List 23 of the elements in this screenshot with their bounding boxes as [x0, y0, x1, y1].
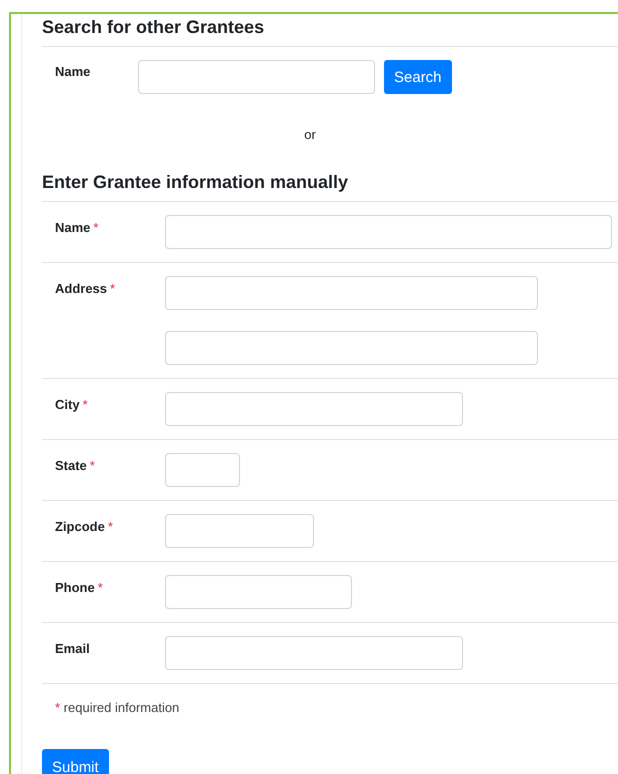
field-label: Name: [55, 63, 92, 79]
separator-text: or: [304, 126, 316, 144]
input-field[interactable]: [165, 392, 463, 426]
submit-button[interactable]: Submit: [42, 749, 109, 774]
required-note: * required information: [54, 699, 180, 715]
input-field[interactable]: [165, 636, 463, 670]
input-field[interactable]: [165, 453, 240, 487]
section-heading: Search for other Grantees: [42, 16, 264, 39]
input-field[interactable]: [165, 575, 352, 609]
field-label: City *: [55, 396, 89, 414]
input-field[interactable]: [165, 331, 538, 365]
input-field[interactable]: [165, 276, 538, 310]
field-label: Zipcode *: [55, 518, 114, 536]
field-label: Phone *: [55, 579, 104, 597]
section-heading: Enter Grantee information manually: [42, 171, 348, 194]
input-field[interactable]: [138, 60, 375, 94]
field-label: Address *: [55, 280, 116, 298]
input-field[interactable]: [165, 514, 314, 548]
field-label: Email: [55, 640, 91, 658]
field-label: State *: [55, 457, 96, 475]
search-button[interactable]: Search: [384, 60, 452, 94]
input-field[interactable]: [165, 215, 612, 249]
field-label: Name *: [55, 219, 100, 237]
